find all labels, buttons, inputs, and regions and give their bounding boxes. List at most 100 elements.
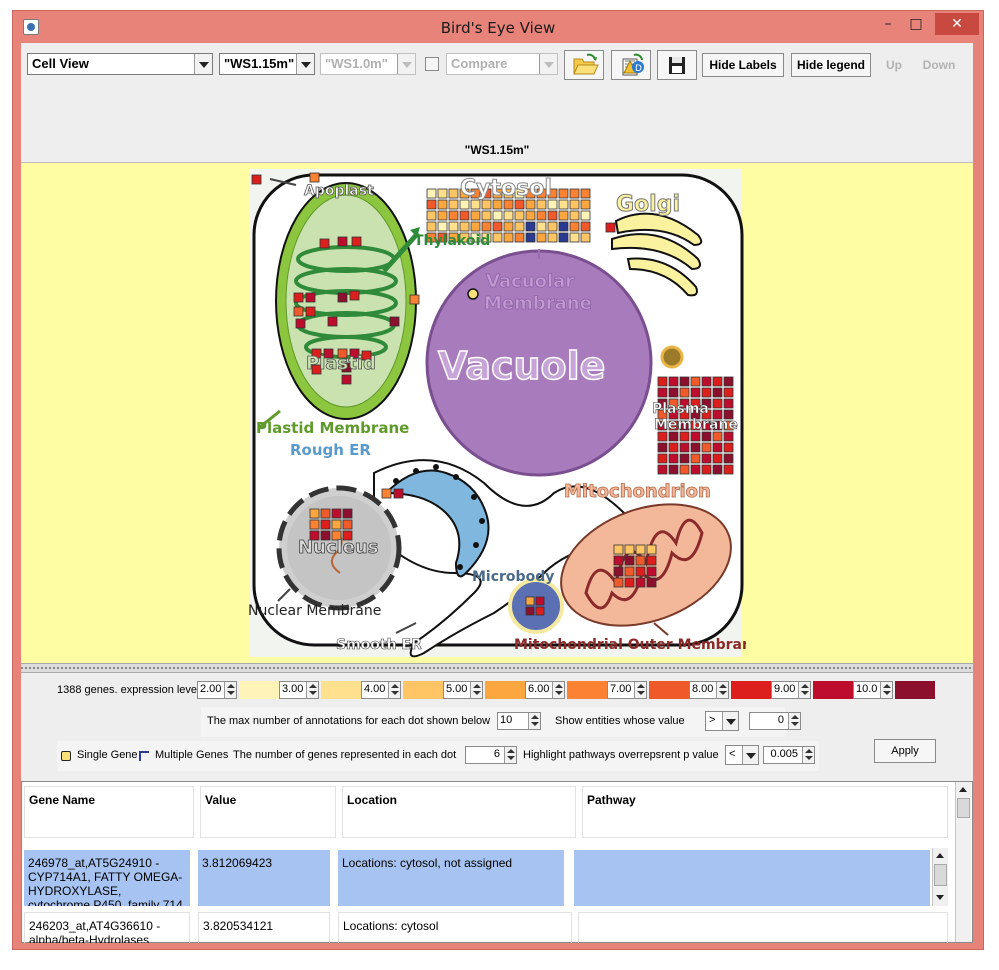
expression-dot[interactable] [701, 376, 712, 387]
expression-dot[interactable] [525, 221, 536, 232]
table-row-2-gene[interactable]: 246203_at,AT4G36610 - alpha/beta-Hydrola… [24, 912, 190, 943]
expression-dot[interactable] [701, 464, 712, 475]
sample-a-select[interactable]: "WS1.15m" [219, 53, 315, 75]
spinner-arrows-icon[interactable] [224, 682, 236, 698]
compare-checkbox[interactable] [425, 57, 439, 71]
expression-dot[interactable] [580, 210, 591, 221]
expression-dot[interactable] [668, 387, 679, 398]
expression-dot[interactable] [503, 221, 514, 232]
expression-dot[interactable] [657, 376, 668, 387]
level-spinner-9[interactable]: 10.0 [853, 681, 893, 699]
column-header-pathway[interactable]: Pathway [582, 786, 948, 838]
expression-dot[interactable] [712, 442, 723, 453]
down-button[interactable]: Down [919, 53, 959, 77]
table-row-2-value[interactable]: 3.820534121 [198, 912, 330, 943]
expression-dot[interactable] [624, 577, 635, 588]
chevron-down-icon[interactable] [539, 54, 557, 74]
expression-dot[interactable] [525, 606, 535, 616]
expression-dot[interactable] [712, 464, 723, 475]
expression-dot[interactable] [690, 431, 701, 442]
expression-dot[interactable] [679, 387, 690, 398]
expression-dot[interactable] [305, 292, 316, 303]
expression-dot[interactable] [723, 453, 734, 464]
sample-b-select[interactable]: "WS1.0m" [320, 53, 416, 75]
spinner-arrows-icon[interactable] [634, 682, 646, 698]
expression-dot[interactable] [448, 199, 459, 210]
expression-dot[interactable] [558, 221, 569, 232]
expression-dot[interactable] [492, 221, 503, 232]
expression-dot[interactable] [690, 464, 701, 475]
expression-dot[interactable] [293, 292, 304, 303]
table-row-1-pathway[interactable] [574, 850, 930, 906]
expression-dot[interactable] [635, 544, 646, 555]
expression-dot[interactable] [723, 442, 734, 453]
expression-dot[interactable] [341, 374, 352, 385]
expression-dot[interactable] [426, 188, 437, 199]
expression-dot[interactable] [309, 172, 320, 183]
expression-dot[interactable] [624, 555, 635, 566]
expression-dot[interactable] [613, 555, 624, 566]
expression-dot[interactable] [712, 453, 723, 464]
level-spinner-6[interactable]: 7.00 [607, 681, 647, 699]
expression-dot[interactable] [481, 221, 492, 232]
expression-dot[interactable] [679, 442, 690, 453]
expression-dot[interactable] [657, 387, 668, 398]
expression-dot[interactable] [349, 290, 360, 301]
spinner-arrows-icon[interactable] [552, 682, 564, 698]
expression-dot[interactable] [558, 210, 569, 221]
expression-dot[interactable] [342, 508, 353, 519]
column-header-gene[interactable]: Gene Name [24, 786, 194, 838]
expression-dot[interactable] [558, 232, 569, 243]
expression-dot[interactable] [723, 387, 734, 398]
expression-dot[interactable] [459, 199, 470, 210]
apply-button[interactable]: Apply [874, 739, 936, 763]
table-row-1-value[interactable]: 3.812069423 [198, 850, 330, 906]
row-scrollbar[interactable] [932, 848, 948, 906]
expression-dot[interactable] [679, 376, 690, 387]
save-button[interactable] [657, 50, 697, 80]
hide-labels-button[interactable]: Hide Labels [702, 53, 784, 77]
expression-dot[interactable] [481, 210, 492, 221]
spinner-arrows-icon[interactable] [798, 682, 810, 698]
chevron-down-icon[interactable] [742, 746, 758, 764]
cell-view-canvas[interactable]: Apoplast Cytosol Golgi Thylakoid Vacuola… [21, 163, 973, 663]
level-spinner-1[interactable]: 2.00 [197, 681, 237, 699]
up-button[interactable]: Up [879, 53, 909, 77]
column-header-location[interactable]: Location [342, 786, 576, 838]
scroll-up-icon[interactable] [933, 848, 948, 863]
level-spinner-4[interactable]: 5.00 [443, 681, 483, 699]
expression-dot[interactable] [448, 188, 459, 199]
expression-dot[interactable] [331, 519, 342, 530]
expression-dot[interactable] [251, 174, 262, 185]
level-spinner-7[interactable]: 8.00 [689, 681, 729, 699]
expression-dot[interactable] [624, 544, 635, 555]
expression-dot[interactable] [635, 577, 646, 588]
expression-dot[interactable] [309, 519, 320, 530]
expression-dot[interactable] [319, 238, 330, 249]
spinner-arrows-icon[interactable] [528, 713, 540, 729]
expression-dot[interactable] [426, 199, 437, 210]
expression-dot[interactable] [327, 316, 338, 327]
expression-dot[interactable] [723, 464, 734, 475]
expression-dot[interactable] [470, 221, 481, 232]
expression-dot[interactable] [525, 199, 536, 210]
level-spinner-3[interactable]: 4.00 [361, 681, 401, 699]
table-row-2-pathway[interactable] [578, 912, 948, 943]
expression-dot[interactable] [525, 596, 535, 606]
expression-dot[interactable] [668, 453, 679, 464]
expression-dot[interactable] [426, 221, 437, 232]
export-button[interactable]: D [611, 50, 651, 80]
expression-dot[interactable] [535, 606, 545, 616]
highlight-spinner[interactable]: 0.005 [763, 746, 815, 764]
expression-dot[interactable] [437, 221, 448, 232]
expression-dot[interactable] [723, 431, 734, 442]
expression-dot[interactable] [320, 508, 331, 519]
expression-dot[interactable] [492, 199, 503, 210]
expression-dot[interactable] [503, 210, 514, 221]
expression-dot[interactable] [536, 221, 547, 232]
expression-dot[interactable] [701, 442, 712, 453]
expression-dot[interactable] [712, 431, 723, 442]
expression-dot[interactable] [305, 306, 316, 317]
expression-dot[interactable] [668, 431, 679, 442]
expression-dot[interactable] [437, 210, 448, 221]
